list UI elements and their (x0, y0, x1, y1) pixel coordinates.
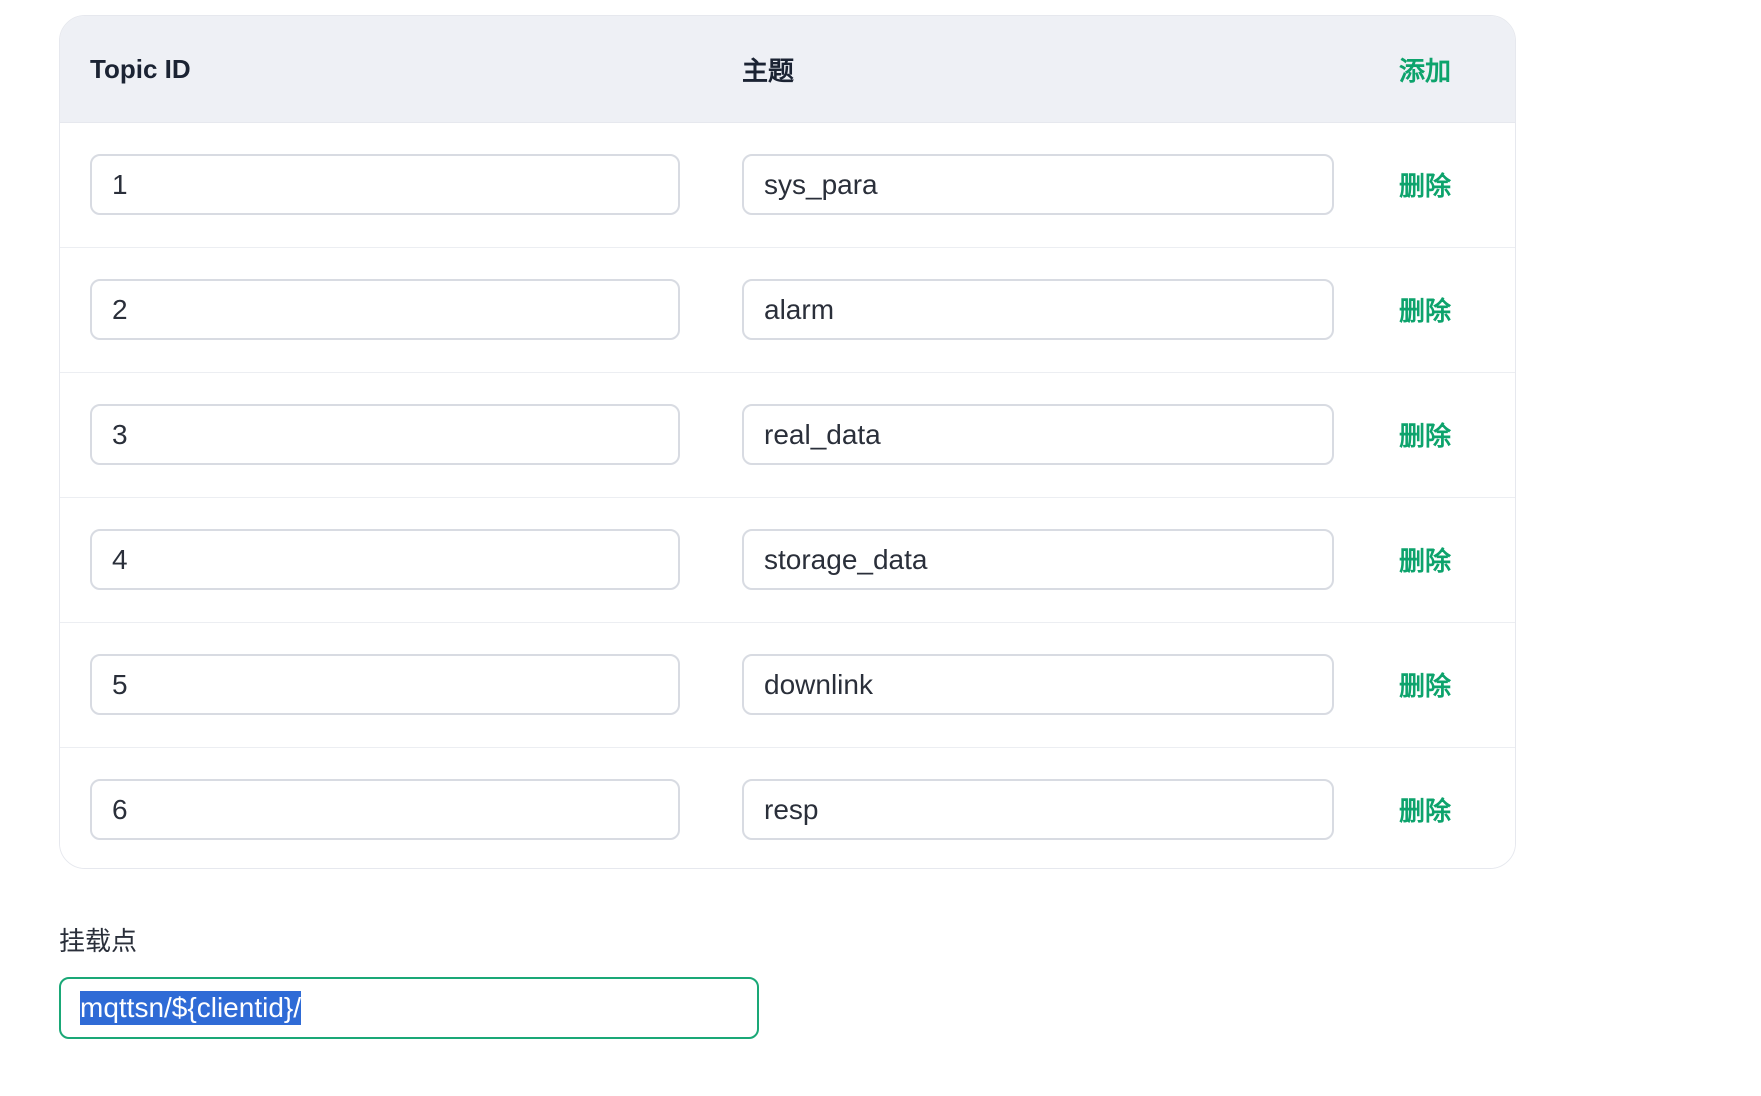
table-row: 删除 (60, 373, 1515, 498)
table-row: 删除 (60, 123, 1515, 248)
predefined-topics-table: Topic ID 主题 添加 删除 删除 删除 删除 删除 删除 (59, 15, 1516, 869)
mountpoint-label: 挂载点 (59, 926, 138, 956)
table-row: 删除 (60, 748, 1515, 868)
topic-name-input[interactable] (742, 279, 1334, 340)
header-topic-id: Topic ID (90, 54, 191, 84)
topic-id-input[interactable] (90, 279, 680, 340)
delete-topic-button[interactable]: 删除 (1399, 529, 1451, 590)
header-topic-name: 主题 (742, 56, 795, 86)
delete-topic-button[interactable]: 删除 (1399, 279, 1451, 340)
table-row: 删除 (60, 623, 1515, 748)
mountpoint-value: mqttsn/${clientid}/ (80, 991, 302, 1025)
add-topic-button[interactable]: 添加 (1399, 16, 1451, 123)
delete-topic-button[interactable]: 删除 (1399, 779, 1451, 840)
table-row: 删除 (60, 498, 1515, 623)
topic-name-input[interactable] (742, 154, 1334, 215)
topic-id-input[interactable] (90, 529, 680, 590)
mountpoint-input[interactable]: mqttsn/${clientid}/ (59, 977, 759, 1039)
table-header: Topic ID 主题 添加 (60, 16, 1515, 123)
table-row: 删除 (60, 248, 1515, 373)
topic-id-input[interactable] (90, 154, 680, 215)
topic-name-input[interactable] (742, 529, 1334, 590)
topic-id-input[interactable] (90, 654, 680, 715)
topic-name-input[interactable] (742, 404, 1334, 465)
delete-topic-button[interactable]: 删除 (1399, 654, 1451, 715)
delete-topic-button[interactable]: 删除 (1399, 154, 1451, 215)
delete-topic-button[interactable]: 删除 (1399, 404, 1451, 465)
topic-name-input[interactable] (742, 779, 1334, 840)
topic-id-input[interactable] (90, 404, 680, 465)
topic-name-input[interactable] (742, 654, 1334, 715)
topic-id-input[interactable] (90, 779, 680, 840)
